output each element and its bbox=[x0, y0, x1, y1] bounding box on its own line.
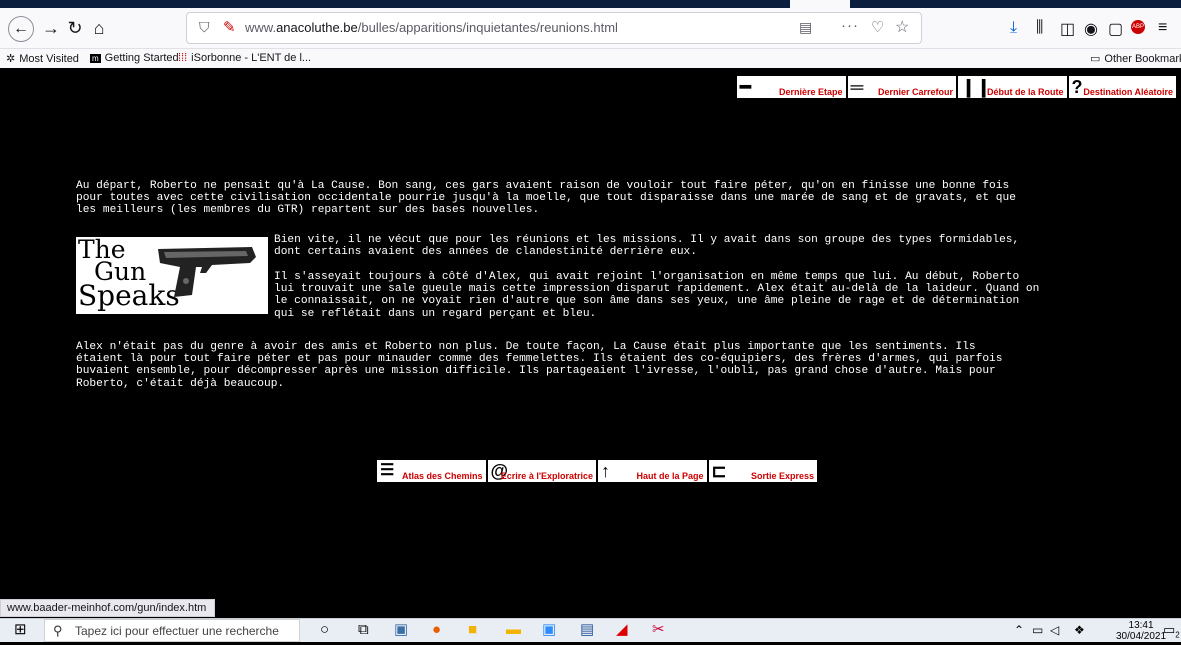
page-actions-icon[interactable]: ··· bbox=[841, 17, 859, 34]
site-identity-icon[interactable]: ✎ bbox=[223, 18, 236, 36]
windows-start-icon[interactable]: ⊞ bbox=[14, 621, 27, 639]
clock-time: 13:41 bbox=[1128, 620, 1154, 631]
file-explorer-icon[interactable]: ▬ bbox=[506, 621, 521, 639]
reader-view-icon[interactable]: ▤ bbox=[799, 19, 812, 36]
list-icon: ☰ bbox=[380, 462, 395, 479]
screenshot-icon[interactable]: ▢ bbox=[1108, 19, 1123, 39]
download-icon[interactable]: ⤓ bbox=[1010, 19, 1017, 37]
firefox-icon[interactable]: ● bbox=[432, 621, 441, 639]
back-arrow-icon: ← bbox=[13, 20, 29, 37]
task-view-icon[interactable]: ⧉ bbox=[358, 621, 369, 639]
web-page: ━ Dernière Etape ═ Dernier Carrefour ❙❙ … bbox=[0, 68, 1181, 599]
url-prefix: www. bbox=[245, 20, 277, 35]
tray-chevron-icon[interactable]: ⌃ bbox=[1014, 621, 1024, 639]
back-dash-icon: ━ bbox=[740, 77, 751, 97]
paragraph-2: Bien vite, il ne vécut que pour les réun… bbox=[274, 234, 1020, 259]
nav-sortie-express[interactable]: ⊏ Sortie Express bbox=[708, 460, 817, 482]
url-text[interactable]: www.anacoluthe.be/bulles/apparitions/inq… bbox=[245, 20, 618, 35]
top-navigation: ━ Dernière Etape ═ Dernier Carrefour ❙❙ … bbox=[737, 76, 1177, 98]
firefox-logo-icon: m bbox=[90, 54, 101, 63]
sidebar-icon[interactable]: ◫ bbox=[1060, 19, 1075, 39]
search-icon: ⚲ bbox=[53, 623, 63, 638]
account-icon[interactable]: ◉ bbox=[1084, 19, 1098, 39]
bookmark-isorbonne[interactable]: ⁞⁞⁞ iSorbonne - L'ENT de l... bbox=[178, 52, 311, 64]
paragraph-4: Alex n'était pas du genre à avoir des am… bbox=[76, 341, 1003, 390]
nav-label: Destination Aléatoire bbox=[1083, 87, 1174, 97]
folder-icon: ▭ bbox=[1090, 53, 1101, 65]
bookmark-label: Getting Started bbox=[104, 52, 179, 64]
paragraph-3: Il s'asseyait toujours à côté d'Alex, qu… bbox=[274, 271, 1040, 320]
isorbonne-icon: ⁞⁞⁞ bbox=[178, 52, 188, 64]
nav-label: Haut de la Page bbox=[636, 471, 704, 481]
shield-icon[interactable]: ⛉ bbox=[199, 19, 210, 36]
notification-icon[interactable]: ▭2 bbox=[1163, 621, 1180, 645]
library-icon[interactable]: ⫼ bbox=[1036, 19, 1043, 37]
the-gun-speaks-logo[interactable]: The Gun Speaks bbox=[76, 237, 268, 314]
bookmark-getting-started[interactable]: m Getting Started bbox=[90, 52, 179, 64]
bookmarks-toolbar: ✲ Most Visited m Getting Started ⁞⁞⁞ iSorbo… bbox=[0, 49, 1181, 68]
nav-label: Atlas des Chemins bbox=[401, 471, 483, 481]
nav-label: Ecrire à l'Exploratrice bbox=[500, 471, 593, 481]
sticky-notes-icon[interactable]: ■ bbox=[468, 621, 477, 639]
zoom-icon[interactable]: ▣ bbox=[542, 621, 556, 639]
gear-icon: ✲ bbox=[6, 53, 16, 65]
battery-icon[interactable]: ▭ bbox=[1032, 621, 1043, 639]
clock[interactable]: 13:41 30/04/2021 bbox=[1116, 620, 1166, 642]
word-icon[interactable]: ▤ bbox=[580, 621, 594, 639]
exit-icon: ⊏ bbox=[711, 461, 727, 481]
pocket-icon[interactable]: ♡ bbox=[871, 18, 884, 36]
bookmark-star-icon[interactable]: ☆ bbox=[895, 17, 909, 37]
taskbar-search[interactable]: ⚲ Tapez ici pour effectuer une recherche bbox=[44, 619, 300, 642]
nav-label: Début de la Route bbox=[986, 87, 1064, 97]
nav-ecrire-exploratrice[interactable]: @ Ecrire à l'Exploratrice bbox=[487, 460, 598, 482]
nav-haut-page[interactable]: ↑ Haut de la Page bbox=[598, 460, 709, 482]
nav-destination-aleatoire[interactable]: ? Destination Aléatoire bbox=[1068, 76, 1177, 98]
crossroad-icon: ═ bbox=[850, 77, 864, 97]
snipping-tool-icon[interactable]: ✂ bbox=[652, 621, 665, 639]
adblock-icon[interactable]: ABP bbox=[1131, 20, 1145, 34]
tab-strip bbox=[0, 0, 1181, 8]
status-url-tooltip: www.baader-meinhof.com/gun/index.htm bbox=[0, 599, 216, 617]
menu-icon[interactable]: ≡ bbox=[1158, 19, 1167, 37]
paragraph-1: Au départ, Roberto ne pensait qu'à La Ca… bbox=[76, 180, 1016, 217]
bookmark-other[interactable]: ▭Other Bookmarks bbox=[1090, 52, 1181, 65]
home-icon: ⌂ bbox=[93, 18, 105, 38]
forward-arrow-icon: → bbox=[42, 18, 60, 38]
bookmark-label: Other Bookmarks bbox=[1104, 53, 1181, 65]
acrobat-icon[interactable]: ◢ bbox=[616, 621, 628, 639]
nav-label: Sortie Express bbox=[750, 471, 814, 481]
pistol-icon bbox=[158, 247, 256, 297]
search-placeholder: Tapez ici pour effectuer une recherche bbox=[75, 624, 279, 638]
bookmark-label: Most Visited bbox=[19, 53, 79, 65]
question-mark-icon: ? bbox=[1071, 77, 1083, 97]
bookmark-most-visited[interactable]: ✲ Most Visited bbox=[6, 52, 79, 65]
reload-button[interactable]: ↻ bbox=[64, 17, 86, 39]
back-button[interactable]: ← bbox=[8, 16, 34, 42]
notification-count: 2 bbox=[1175, 630, 1180, 640]
nav-atlas-chemins[interactable]: ☰ Atlas des Chemins bbox=[377, 460, 488, 482]
nav-derniere-etape[interactable]: ━ Dernière Etape bbox=[737, 76, 848, 98]
nav-label: Dernière Etape bbox=[778, 87, 843, 97]
url-path: /bulles/apparitions/inquietantes/reunion… bbox=[357, 20, 618, 35]
url-domain: anacoluthe.be bbox=[276, 20, 358, 35]
url-bar[interactable]: ⛉ ✎ www.anacoluthe.be/bulles/apparitions… bbox=[186, 12, 922, 44]
nav-dernier-carrefour[interactable]: ═ Dernier Carrefour bbox=[847, 76, 958, 98]
forward-button[interactable]: → bbox=[40, 17, 62, 39]
windows-taskbar: ⊞ ⚲ Tapez ici pour effectuer une recherc… bbox=[0, 618, 1181, 642]
reload-icon: ↻ bbox=[67, 18, 83, 38]
app-icon[interactable]: ▣ bbox=[394, 621, 408, 639]
up-arrow-icon: ↑ bbox=[601, 461, 610, 481]
home-button[interactable]: ⌂ bbox=[88, 17, 110, 39]
navigation-toolbar: ← → ↻ ⌂ ⛉ ✎ www.anacoluthe.be/bulles/app… bbox=[0, 8, 1181, 49]
clock-date: 30/04/2021 bbox=[1116, 631, 1167, 642]
active-tab[interactable] bbox=[790, 0, 850, 8]
cortana-icon[interactable]: ○ bbox=[320, 621, 329, 639]
dropbox-icon[interactable]: ❖ bbox=[1074, 621, 1085, 639]
bottom-navigation: ☰ Atlas des Chemins @ Ecrire à l'Explora… bbox=[377, 460, 817, 482]
volume-icon[interactable]: ◁ bbox=[1050, 621, 1059, 639]
nav-label: Dernier Carrefour bbox=[877, 87, 953, 97]
nav-debut-route[interactable]: ❙❙ Début de la Route bbox=[958, 76, 1069, 98]
bookmark-label: iSorbonne - L'ENT de l... bbox=[191, 52, 312, 64]
